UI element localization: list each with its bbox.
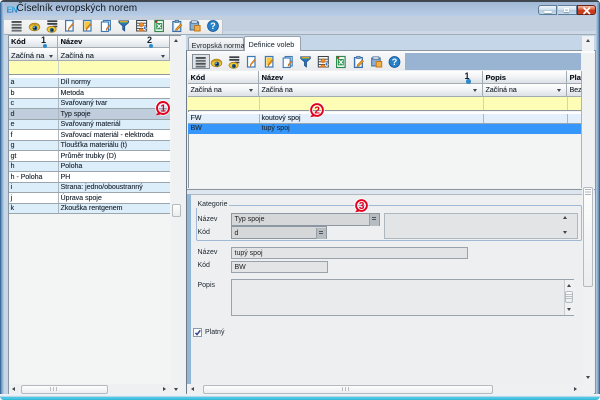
- svg-text:2: 2: [314, 106, 320, 117]
- svg-text:1: 1: [160, 104, 166, 115]
- svg-text:3: 3: [359, 201, 365, 212]
